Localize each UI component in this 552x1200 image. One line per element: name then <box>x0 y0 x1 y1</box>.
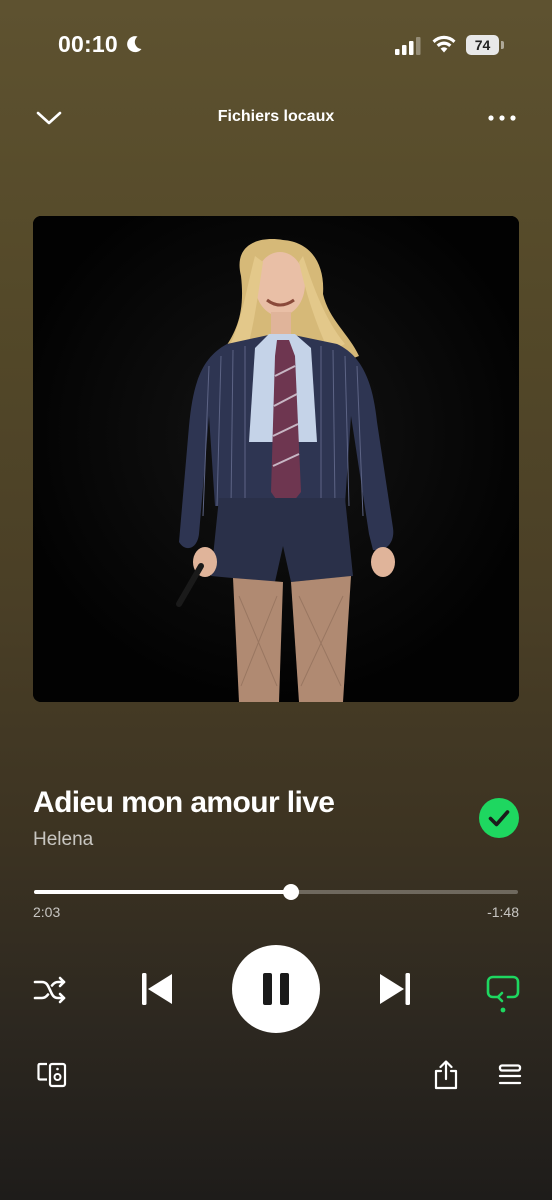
repeat-icon[interactable] <box>484 972 522 1016</box>
album-artwork <box>33 216 519 702</box>
share-icon[interactable] <box>433 1060 459 1090</box>
status-time: 00:10 <box>58 31 118 57</box>
time-remaining: -1:48 <box>487 904 519 920</box>
track-title: Adieu mon amour live <box>33 786 335 819</box>
play-pause-button[interactable] <box>232 945 320 1033</box>
moon-icon <box>127 36 142 53</box>
cellular-signal-icon <box>395 37 421 55</box>
battery-indicator: 74 <box>466 35 504 55</box>
artwork-illustration <box>33 216 519 702</box>
battery-cap <box>501 41 504 49</box>
queue-icon[interactable] <box>498 1064 522 1086</box>
status-bar: 00:10 74 <box>0 0 552 90</box>
connect-devices-icon[interactable] <box>37 1062 67 1088</box>
battery-level: 74 <box>466 35 499 55</box>
time-elapsed: 2:03 <box>33 904 61 920</box>
liked-badge <box>479 798 519 838</box>
wifi-icon <box>432 35 456 53</box>
playback-progress-bar[interactable] <box>34 884 518 900</box>
liked-check-icon[interactable] <box>479 798 519 838</box>
pause-icon <box>263 973 289 1005</box>
progress-fill <box>34 890 292 894</box>
track-artist[interactable]: Helena <box>33 829 93 851</box>
page-title: Fichiers locaux <box>217 108 335 125</box>
skip-previous-icon[interactable] <box>140 971 174 1007</box>
skip-next-icon[interactable] <box>378 971 412 1007</box>
repeat-active-dot <box>500 1007 506 1013</box>
shuffle-icon[interactable] <box>33 975 67 1005</box>
progress-scrubber-handle[interactable] <box>283 884 300 900</box>
more-options-icon[interactable] <box>486 109 518 127</box>
